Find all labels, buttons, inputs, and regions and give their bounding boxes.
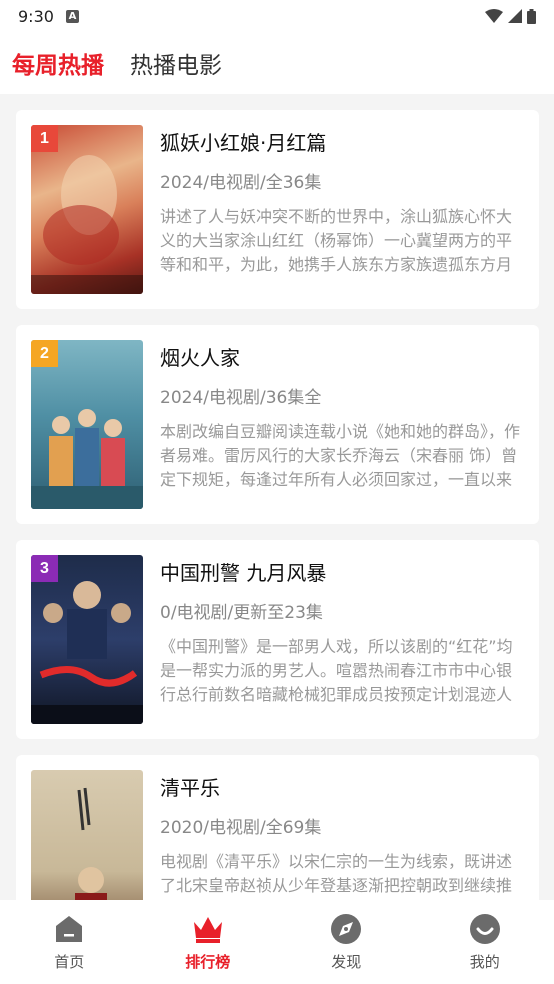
rank-badge: 2 xyxy=(31,340,58,367)
show-title: 中国刑警 九月风暴 xyxy=(160,561,327,585)
status-time: 9:30 xyxy=(18,6,54,26)
show-description: 《中国刑警》是一部男人戏，所以该剧的“红花”均是一帮实力派的男艺人。喧嚣热闹春江… xyxy=(160,637,513,704)
wifi-icon xyxy=(485,9,503,23)
show-title: 烟火人家 xyxy=(160,346,240,370)
show-description: 电视剧《清平乐》以宋仁宗的一生为线索，既讲述了北宋皇帝赵祯从少年登基逐渐把控朝政… xyxy=(160,852,513,895)
show-poster: 3 xyxy=(31,555,143,724)
show-meta: 2020/电视剧/全69集 xyxy=(160,818,322,838)
nav-profile-label: 我的 xyxy=(469,953,500,971)
show-meta: 0/电视剧/更新至23集 xyxy=(160,603,323,623)
show-poster xyxy=(31,770,143,900)
tab-hot-movies[interactable]: 热播电影 xyxy=(130,46,222,80)
show-card[interactable]: 1 狐妖小红娘·月红篇 2024/电视剧/全36集 讲述了人与妖冲突不断的世界中… xyxy=(16,110,539,309)
nav-home[interactable]: 首页 xyxy=(0,900,139,984)
nav-ranking-label: 排行榜 xyxy=(185,953,231,971)
battery-icon xyxy=(527,8,536,24)
show-description: 讲述了人与妖冲突不断的世界中，涂山狐族心怀大义的大当家涂山红红（杨幂饰）一心冀望… xyxy=(160,207,513,274)
show-meta: 2024/电视剧/全36集 xyxy=(160,173,322,193)
rank-badge: 1 xyxy=(31,125,58,152)
signal-icon xyxy=(508,9,522,23)
show-title: 狐妖小红娘·月红篇 xyxy=(160,131,327,155)
crown-icon xyxy=(193,917,222,943)
profile-icon xyxy=(469,914,500,944)
a-icon: A xyxy=(65,9,79,23)
nav-discover[interactable]: 发现 xyxy=(277,900,416,984)
show-title: 清平乐 xyxy=(160,776,220,800)
show-card[interactable]: 清平乐 2020/电视剧/全69集 电视剧《清平乐》以宋仁宗的一生为线索，既讲述… xyxy=(16,755,539,900)
status-bar: 9:30 A xyxy=(0,0,554,32)
nav-profile[interactable]: 我的 xyxy=(416,900,554,984)
ranking-list[interactable]: 1 狐妖小红娘·月红篇 2024/电视剧/全36集 讲述了人与妖冲突不断的世界中… xyxy=(0,94,554,900)
show-meta: 2024/电视剧/36集全 xyxy=(160,388,322,408)
header-tabs: 每周热播 热播电影 xyxy=(0,32,554,94)
show-poster: 1 xyxy=(31,125,143,294)
bottom-nav: 首页 排行榜 发现 我的 xyxy=(0,900,554,984)
rank-badge: 3 xyxy=(31,555,58,582)
discover-icon xyxy=(331,914,362,944)
nav-ranking[interactable]: 排行榜 xyxy=(139,900,278,984)
show-card[interactable]: 2 烟火人家 2024/电视剧/36集全 本剧改编自豆瓣阅读连载小说《她和她的群… xyxy=(16,325,539,524)
nav-discover-label: 发现 xyxy=(331,953,362,971)
show-poster: 2 xyxy=(31,340,143,509)
show-description: 本剧改编自豆瓣阅读连载小说《她和她的群岛》，作者易难。雷厉风行的大家长乔海云（宋… xyxy=(160,422,521,489)
tab-weekly-hot[interactable]: 每周热播 xyxy=(12,46,104,80)
nav-home-label: 首页 xyxy=(54,953,85,971)
home-icon xyxy=(56,916,83,942)
show-card[interactable]: 3 中国刑警 九月风暴 0/电视剧/更新至23集 《中国刑警》是一部男人戏，所以… xyxy=(16,540,539,739)
